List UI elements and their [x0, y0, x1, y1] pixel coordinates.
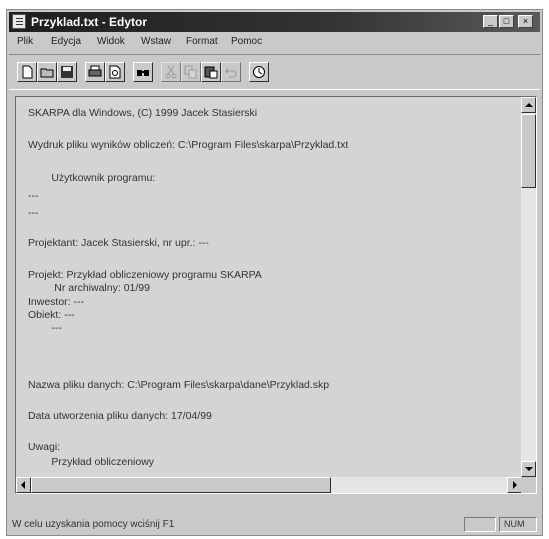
menu-plik[interactable]: Plik [17, 36, 33, 47]
text-line: Nazwa pliku danych: C:\Program Files\ska… [28, 379, 330, 391]
text-line: Użytkownik programu: [28, 172, 156, 184]
text-line: --- [28, 190, 39, 202]
editor-window: Przyklad.txt - Edytor _ □ × Plik Edycja … [6, 9, 543, 536]
arrow-left-icon [21, 481, 25, 489]
paste-icon [204, 66, 218, 79]
date-time-button[interactable] [249, 62, 269, 82]
text-line: Projekt: Przykład obliczeniowy programu … [28, 269, 262, 281]
arrow-down-icon [525, 467, 533, 471]
scroll-up-button[interactable] [521, 97, 536, 113]
undo-icon [225, 68, 237, 78]
status-panel-empty [464, 517, 496, 532]
print-preview-button[interactable] [105, 62, 125, 82]
print-button[interactable] [85, 62, 105, 82]
document-text[interactable]: SKARPA dla Windows, (C) 1999 Jacek Stasi… [16, 97, 522, 477]
scroll-corner [521, 477, 536, 493]
open-file-icon [40, 68, 54, 78]
copy-button[interactable] [181, 62, 201, 82]
close-button[interactable]: × [518, 15, 533, 28]
vertical-scroll-thumb[interactable] [521, 114, 536, 188]
maximize-button[interactable]: □ [499, 15, 514, 28]
arrow-up-icon [525, 103, 533, 107]
app-icon[interactable] [12, 14, 26, 29]
print-preview-icon [109, 65, 121, 79]
menu-wstaw[interactable]: Wstaw [141, 36, 171, 47]
status-bar: W celu uzyskania pomocy wciśnij F1 NUM [9, 516, 540, 534]
menu-widok[interactable]: Widok [97, 36, 125, 47]
new-file-icon [22, 65, 33, 79]
text-line: --- [28, 322, 62, 334]
cut-button[interactable] [161, 62, 181, 82]
window-title: Przyklad.txt - Edytor [31, 15, 148, 29]
text-line: Projektant: Jacek Stasierski, nr upr.: -… [28, 237, 209, 249]
new-file-button[interactable] [17, 62, 37, 82]
menu-pomoc[interactable]: Pomoc [231, 36, 262, 47]
text-line: Obiekt: --- [28, 309, 75, 321]
scroll-left-button[interactable] [16, 477, 31, 493]
status-message: W celu uzyskania pomocy wciśnij F1 [12, 519, 175, 530]
text-line: Inwestor: --- [28, 296, 85, 308]
arrow-right-icon [513, 481, 517, 489]
print-icon [88, 65, 102, 77]
text-line: Uwagi: [28, 441, 61, 453]
save-icon [61, 66, 73, 78]
menu-edycja[interactable]: Edycja [51, 36, 81, 47]
find-icon [137, 70, 149, 76]
clock-icon [253, 66, 265, 78]
text-line: Przykład obliczeniowy [28, 456, 155, 468]
text-line: SKARPA dla Windows, (C) 1999 Jacek Stasi… [28, 107, 258, 119]
copy-icon [184, 65, 197, 79]
vertical-scrollbar[interactable] [521, 97, 536, 477]
text-editor-area[interactable]: SKARPA dla Windows, (C) 1999 Jacek Stasi… [15, 96, 537, 494]
cut-icon [165, 65, 177, 79]
undo-button[interactable] [221, 62, 241, 82]
minimize-button[interactable]: _ [483, 15, 498, 28]
text-line: Data utworzenia pliku danych: 17/04/99 [28, 410, 212, 422]
find-button[interactable] [133, 62, 153, 82]
menu-bar: Plik Edycja Widok Wstaw Format Pomoc [9, 34, 540, 52]
scroll-down-button[interactable] [521, 461, 536, 477]
status-num: NUM [499, 517, 537, 532]
save-button[interactable] [57, 62, 77, 82]
toolbar [9, 54, 540, 90]
scroll-right-button[interactable] [507, 477, 522, 493]
title-bar[interactable]: Przyklad.txt - Edytor _ □ × [9, 12, 540, 32]
paste-button[interactable] [201, 62, 221, 82]
text-line: Wydruk pliku wyników obliczeń: C:\Progra… [28, 139, 349, 151]
horizontal-scroll-thumb[interactable] [31, 477, 331, 493]
text-line: Nr archiwalny: 01/99 [28, 282, 150, 294]
text-line: --- [28, 207, 39, 219]
horizontal-scrollbar[interactable] [16, 477, 522, 493]
menu-format[interactable]: Format [186, 36, 218, 47]
open-file-button[interactable] [37, 62, 57, 82]
